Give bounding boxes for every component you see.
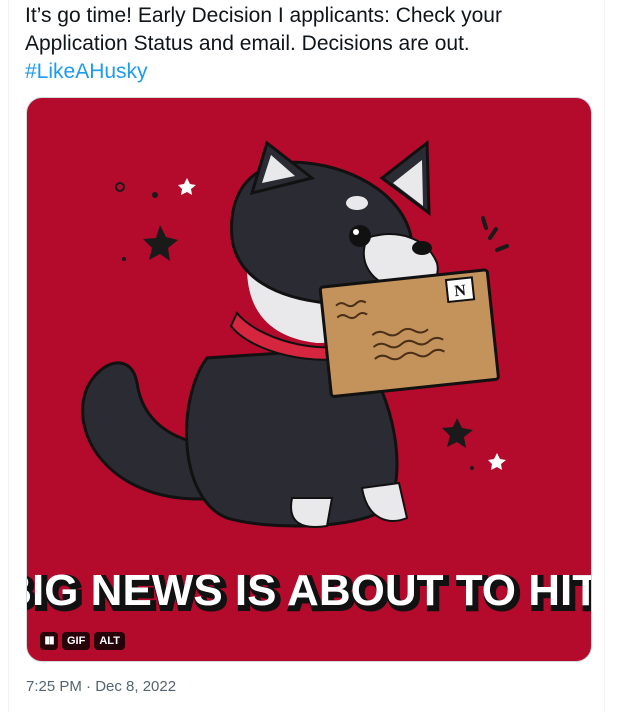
alt-text-button[interactable]: ALT (94, 632, 125, 650)
husky-illustration: N BIG NEWS IS ABOUT TO HIT! BIG NEWS IS … (27, 139, 592, 621)
gif-media[interactable]: N BIG NEWS IS ABOUT TO HIT! BIG NEWS IS … (26, 97, 592, 662)
gif-controls: ▮▮ GIF ALT (40, 632, 125, 650)
tweet-text: It’s go time! Early Decision I applicant… (25, 2, 595, 86)
envelope-icon: N (318, 268, 500, 398)
hashtag-link[interactable]: #LikeAHusky (25, 58, 595, 86)
tweet-body: It’s go time! Early Decision I applicant… (25, 4, 502, 55)
envelope-logo: N (454, 282, 468, 300)
pause-icon[interactable]: ▮▮ (40, 632, 58, 650)
gif-badge: GIF (62, 632, 91, 650)
tweet-card: It’s go time! Early Decision I applicant… (8, 0, 605, 712)
tweet-timestamp[interactable]: 7:25 PM · Dec 8, 2022 (26, 678, 176, 695)
gif-caption: BIG NEWS IS ABOUT TO HIT! (27, 566, 592, 615)
